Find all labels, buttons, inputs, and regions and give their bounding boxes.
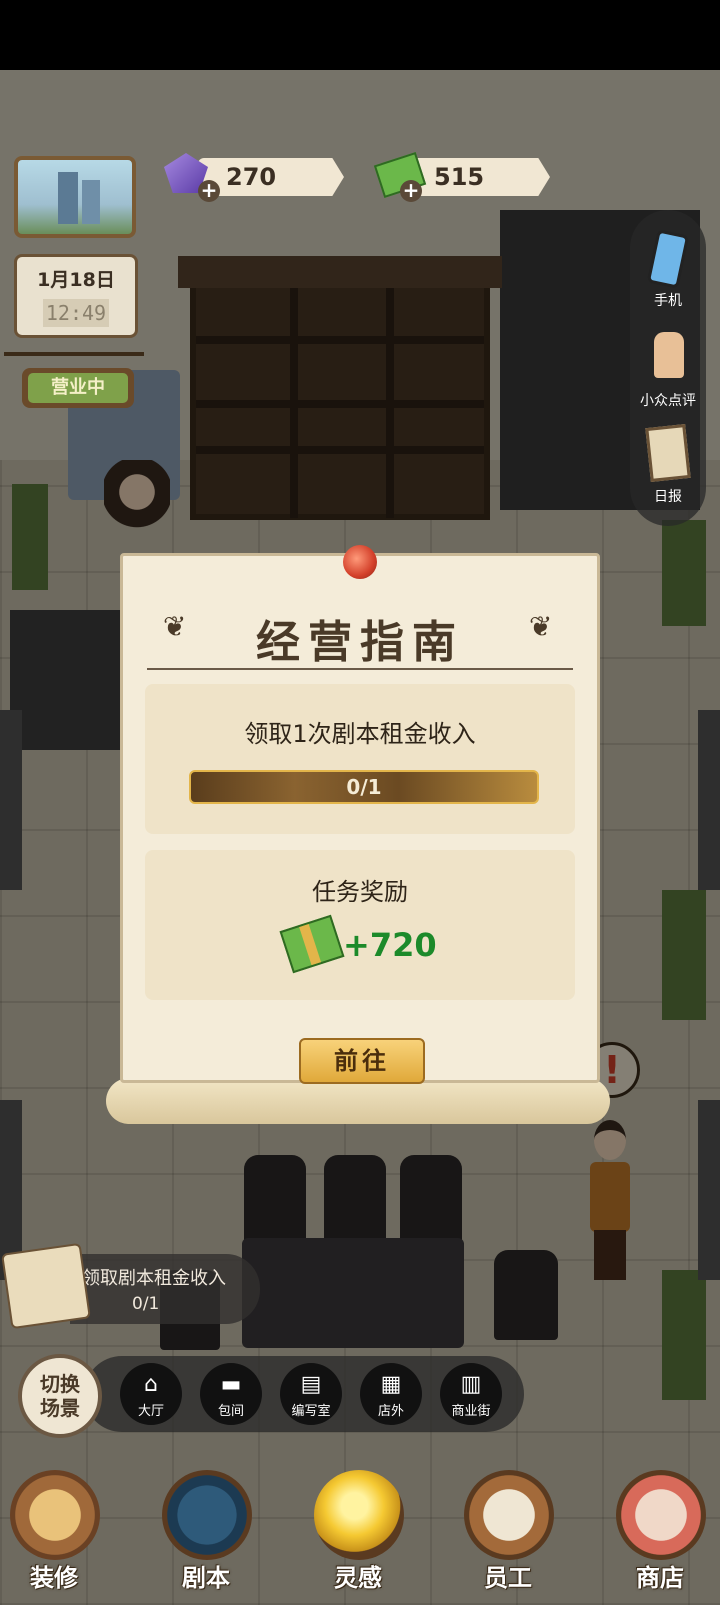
scene-shopping-street[interactable]: ▥ 商业街	[440, 1363, 502, 1425]
side-item-reviews[interactable]: 小众点评	[630, 322, 706, 412]
cash-count: 515	[434, 163, 485, 191]
scene-writing-room[interactable]: ▤ 编写室	[280, 1363, 342, 1425]
cash-stack-icon	[279, 914, 345, 974]
tab-label: 装修	[30, 1564, 78, 1592]
desk-icon: ▤	[300, 1372, 322, 1397]
tab-staff[interactable]: 员工	[458, 1470, 558, 1592]
tab-inspiration[interactable]: 灵感	[308, 1470, 408, 1592]
status-bar	[0, 0, 720, 70]
scene-lobby[interactable]: ⌂ 大厅	[120, 1363, 182, 1425]
gem-count: 270	[226, 163, 277, 191]
scene-label: 店外	[377, 1404, 404, 1419]
cash-band	[299, 924, 322, 966]
scene-private-room[interactable]: ▬ 包间	[200, 1363, 262, 1425]
calendar-time: 12:49	[43, 299, 109, 327]
guide-modal: ❦ ❦ 经营指南 领取1次剧本租金收入 0/1 任务奖励 +720 前往	[120, 553, 600, 1084]
business-status-label: 营业中	[28, 373, 128, 403]
scene-label: 编写室	[291, 1404, 331, 1419]
tab-scripts[interactable]: 剧本	[156, 1470, 256, 1592]
modal-title: 经营指南	[256, 617, 464, 668]
cash-counter[interactable]: 515	[404, 158, 550, 196]
book-icon	[162, 1470, 252, 1560]
tab-label: 剧本	[182, 1564, 230, 1592]
side-item-label: 手机	[654, 293, 682, 309]
scene-label: 大厅	[137, 1404, 164, 1419]
task-progress-text: 0/1	[346, 775, 382, 799]
side-item-phone[interactable]: 手机	[630, 224, 706, 314]
scene-nav: ⌂ 大厅 ▬ 包间 ▤ 编写室 ▦ 店外 ▥ 商业街	[84, 1356, 524, 1432]
scroll-icon[interactable]	[1, 1242, 91, 1330]
scene-switch-label: 切换场景	[40, 1372, 80, 1420]
building-tower	[58, 172, 78, 224]
clipboard-icon	[645, 424, 691, 482]
side-item-label: 日报	[654, 489, 682, 505]
calendar[interactable]: 1月18日 12:49	[14, 254, 138, 338]
tab-label: 商店	[636, 1564, 684, 1592]
add-gems-button[interactable]: +	[198, 180, 220, 202]
phone-icon	[646, 229, 690, 289]
building-thumbnail[interactable]	[14, 156, 136, 238]
sofa-icon: ▬	[220, 1372, 242, 1397]
title-divider	[147, 668, 573, 670]
storefront-icon: ▦	[380, 1372, 402, 1397]
reward-title: 任务奖励	[312, 878, 408, 906]
reward-card: 任务奖励 +720	[145, 850, 575, 1000]
id-card-icon	[464, 1470, 554, 1560]
side-menu: 手机 小众点评 日报	[630, 210, 706, 526]
scene-outside[interactable]: ▦ 店外	[360, 1363, 422, 1425]
side-item-daily-report[interactable]: 日报	[630, 420, 706, 516]
side-item-label: 小众点评	[640, 393, 696, 409]
task-reminder-count: 0/1	[132, 1294, 160, 1314]
task-description: 领取1次剧本租金收入	[244, 720, 476, 748]
house-renovate-icon	[10, 1470, 100, 1560]
task-card: 领取1次剧本租金收入 0/1	[145, 684, 575, 834]
reward-amount: +720	[343, 926, 437, 964]
go-button[interactable]: 前往	[299, 1038, 425, 1084]
tab-shop[interactable]: 商店	[610, 1470, 710, 1592]
thumbs-up-icon	[654, 332, 684, 378]
pin-icon	[343, 545, 377, 579]
tab-label: 员工	[484, 1564, 532, 1592]
tab-label: 灵感	[334, 1564, 382, 1592]
sign-rod	[4, 352, 144, 356]
building-tower	[82, 180, 100, 224]
scene-label: 商业街	[451, 1404, 491, 1419]
tab-decorate[interactable]: 装修	[4, 1470, 104, 1592]
task-progress-bar: 0/1	[189, 770, 539, 804]
task-reminder-text: 领取剧本租金收入	[82, 1268, 226, 1289]
scene-label: 包间	[217, 1404, 244, 1419]
scene-switch-button[interactable]: 切换场景	[18, 1354, 102, 1438]
task-reminder[interactable]: 领取剧本租金收入 0/1	[70, 1254, 260, 1324]
modal-scroll-roll	[106, 1078, 610, 1124]
calendar-date: 1月18日	[37, 269, 115, 291]
lightbulb-icon	[314, 1470, 404, 1560]
add-cash-button[interactable]: +	[400, 180, 422, 202]
house-icon: ⌂	[144, 1372, 158, 1397]
shop-store-icon	[616, 1470, 706, 1560]
shop-icon: ▥	[460, 1372, 482, 1397]
business-status-sign[interactable]: 营业中	[22, 368, 134, 408]
